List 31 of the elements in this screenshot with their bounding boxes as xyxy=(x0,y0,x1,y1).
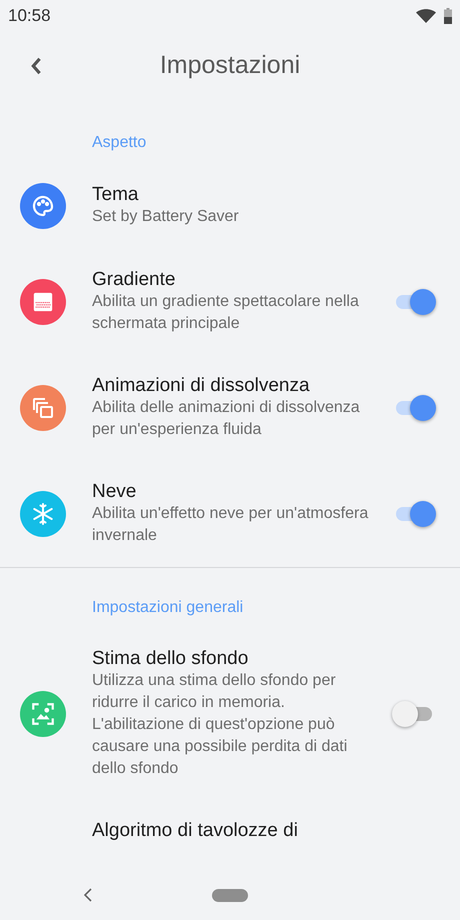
settings-item[interactable]: Animazioni di dissolvenza Abilita delle animazioni di dissolvenza per un'esperienza fluida xyxy=(0,355,460,461)
item-title: Algoritmo di tavolozze di xyxy=(92,820,299,842)
home-pill[interactable] xyxy=(212,888,248,902)
section-header: Aspetto xyxy=(92,134,146,151)
section-header: Impostazioni generali xyxy=(92,599,244,616)
item-subtitle: Set by Battery Saver xyxy=(92,207,240,227)
page-title: Impostazioni xyxy=(160,50,300,82)
snowflake-icon xyxy=(31,502,55,526)
settings-item[interactable]: Algoritmo di tavolozze di xyxy=(0,800,460,862)
palette-icon xyxy=(31,194,55,218)
settings-item[interactable]: Gradiente Abilita un gradiente spettacolare nella schermata principale xyxy=(0,249,460,355)
item-subtitle: Abilita un gradiente spettacolare nella schermata principale xyxy=(92,292,360,334)
settings-item[interactable]: Stima dello sfondo Utilizza una stima dello sfondo per ridurre il carico in memoria. L'abilitazione di quest'opzione può causare una possibile perdita di dati dello sfondo xyxy=(0,628,460,800)
item-title: Neve xyxy=(92,481,138,503)
item-subtitle: Abilita delle animazioni di dissolvenza per un'esperienza fluida xyxy=(92,398,361,440)
item-title: Animazioni di dissolvenza xyxy=(92,375,311,397)
item-title: Stima dello sfondo xyxy=(92,648,250,670)
layers-icon xyxy=(31,396,55,420)
settings-item[interactable]: Tema Set by Battery Saver xyxy=(0,163,460,249)
item-subtitle: Utilizza una stima dello sfondo per ridurre il carico in memoria. L'abilitazione di quest'opzione può causare una possibile perdita di dati dello sfondo xyxy=(92,671,348,779)
wallpaper-icon xyxy=(30,701,56,727)
wifi-icon xyxy=(416,9,436,23)
gradient-icon xyxy=(32,291,54,313)
status-time: 10:58 xyxy=(8,5,51,28)
item-title: Gradiente xyxy=(92,269,176,291)
battery-icon xyxy=(444,8,452,24)
item-title: Tema xyxy=(92,184,140,206)
settings-item[interactable]: Neve Abilita un'effetto neve per un'atmosfera invernale xyxy=(0,461,460,567)
item-subtitle: Abilita un'effetto neve per un'atmosfera invernale xyxy=(92,504,370,546)
back-icon xyxy=(84,888,92,902)
back-icon xyxy=(30,57,42,75)
